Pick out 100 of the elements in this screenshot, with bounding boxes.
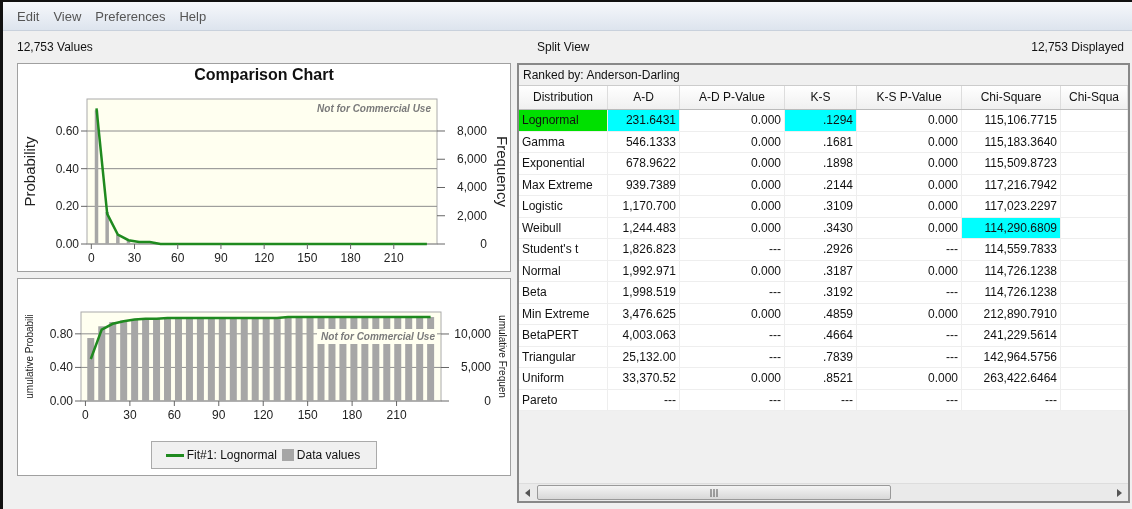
y-tick-label: 0.00 [49,394,73,408]
menu-item[interactable]: Edit [17,8,40,24]
table-cell: .4664 [785,325,857,346]
table-cell: .2144 [785,174,857,195]
y2-axis-title: Frequency [494,136,509,207]
table-cell: 0.000 [857,303,962,324]
y2-tick-label: 4,000 [456,180,487,195]
distribution-cell[interactable]: Gamma [519,131,608,152]
table-cell: 0.000 [857,174,962,195]
table-cell: 115,183.3640 [962,131,1061,152]
y2-tick-label: 10,000 [454,327,491,341]
x-tick-label: 180 [342,408,363,422]
table-cell: .4859 [785,303,857,324]
values-count: 12,753 Values [17,40,94,54]
table-cell: 1,244.483 [608,217,680,238]
table-cell: 114,290.6809 [962,217,1061,238]
table-cell: 1,826.823 [608,239,680,260]
table-cell: 0.000 [680,217,785,238]
table-cell: 0.000 [857,196,962,217]
table-cell: 0.000 [680,153,785,174]
x-tick-label: 60 [171,251,185,265]
table-cell: 0.000 [857,131,962,152]
table-cell: 114,726.1238 [962,282,1061,303]
table-cell: --- [680,282,785,303]
column-header[interactable]: A-D [608,86,680,109]
menu-item[interactable]: View [53,8,82,24]
distribution-cell[interactable]: Lognormal [519,110,608,131]
distribution-cell[interactable]: Student's t [519,239,608,260]
horizontal-scrollbar[interactable] [519,483,1128,501]
x-tick-label: 60 [167,408,181,422]
distribution-cell[interactable]: Max Extreme [519,174,608,195]
table-cell: 0.000 [857,260,962,281]
table-cell: 263,422.6464 [962,368,1061,389]
table-cell: --- [857,346,962,367]
table-cell: 0.000 [680,196,785,217]
table-cell: 142,964.5756 [962,346,1061,367]
y-tick-label: 0.80 [49,326,73,341]
table-cell: 0.000 [680,131,785,152]
distribution-cell[interactable]: Beta [519,282,608,303]
distribution-cell[interactable]: Normal [519,260,608,281]
table-cell: .3192 [785,282,857,303]
histogram-bar [116,234,120,244]
table-cell: 115,509.8723 [962,153,1061,174]
x-tick-label: 150 [297,251,318,265]
x-tick-label: 90 [212,408,226,422]
y-tick-label: 0.00 [55,237,79,251]
chart-title: Comparison Chart [194,65,334,85]
histogram-bar [105,212,109,244]
y-tick-label: 0.40 [55,161,79,176]
y-axis-title: Probability [21,136,38,207]
table-cell: 0.000 [680,303,785,324]
table-cell: 117,216.7942 [962,174,1061,195]
scroll-right-icon[interactable] [1114,487,1124,498]
column-header[interactable]: Distribution [519,86,608,109]
column-header[interactable]: K-S [785,86,857,109]
x-tick-label: 180 [340,251,361,265]
table-cell: 1,170.700 [608,196,680,217]
y-tick-label: 0.40 [49,360,73,375]
table-cell: 1,992.971 [608,260,680,281]
x-tick-label: 120 [253,408,274,422]
scroll-thumb[interactable] [537,485,891,500]
x-tick-label: 0 [82,408,89,422]
distribution-cell[interactable]: Logistic [519,196,608,217]
watermark-text: Not for Commercial Use [317,103,431,114]
table-cell: 212,890.7910 [962,303,1061,324]
distribution-cell[interactable]: Exponential [519,153,608,174]
table-cell: 0.000 [857,368,962,389]
table-cell: 114,559.7833 [962,239,1061,260]
menu-item[interactable]: Help [179,8,207,24]
y2-tick-label: 5,000 [460,360,491,375]
displayed-count: 12,753 Displayed [1031,40,1124,54]
y-tick-label: 0.20 [55,199,79,214]
distribution-cell[interactable]: Pareto [519,389,608,410]
column-header[interactable]: Chi-Square [962,86,1061,109]
table-cell: 0.000 [857,153,962,174]
column-header[interactable]: K-S P-Value [857,86,962,109]
distribution-cell[interactable]: Triangular [519,346,608,367]
menu-item[interactable]: Preferences [95,8,166,24]
table-cell: 25,132.00 [608,346,680,367]
column-header[interactable]: Chi-Squa [1061,86,1128,109]
table-cell: --- [857,282,962,303]
table-cell: --- [857,239,962,260]
y2-tick-label: 0 [484,394,491,408]
table-cell: 0.000 [680,260,785,281]
table-cell: 0.000 [857,110,962,131]
table-cell: 115,106.7715 [962,110,1061,131]
x-tick-label: 120 [254,251,275,265]
scroll-left-icon[interactable] [523,487,533,498]
x-tick-label: 210 [386,408,407,422]
x-tick-label: 30 [123,408,137,422]
distribution-cell[interactable]: BetaPERT [519,325,608,346]
table-cell: 114,726.1238 [962,260,1061,281]
table-cell: --- [608,389,680,410]
distribution-cell[interactable]: Uniform [519,368,608,389]
table-cell: 1,998.519 [608,282,680,303]
column-header[interactable]: A-D P-Value [680,86,785,109]
distribution-cell[interactable]: Min Extreme [519,303,608,324]
legend-label: Fit#1: Lognormal [186,448,277,462]
table-cell: .7839 [785,346,857,367]
distribution-cell[interactable]: Weibull [519,217,608,238]
